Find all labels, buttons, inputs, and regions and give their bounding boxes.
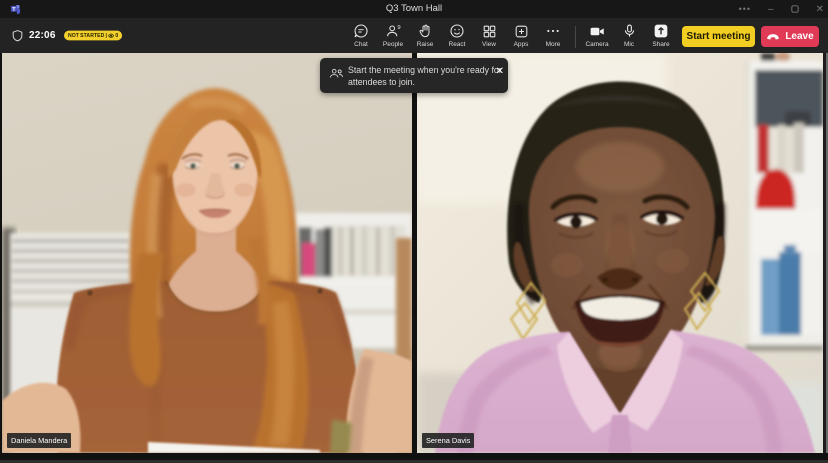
svg-text:9: 9 xyxy=(397,25,400,31)
